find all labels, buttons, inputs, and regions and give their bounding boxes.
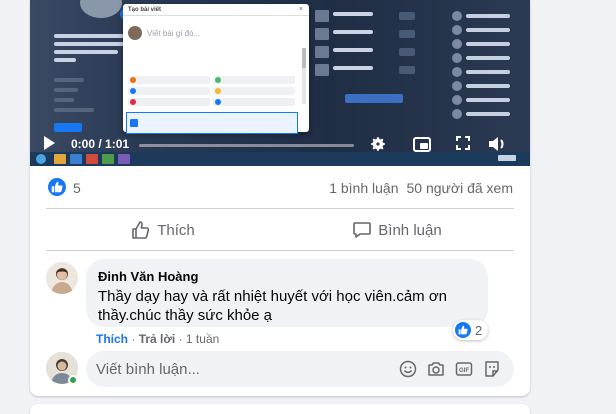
commenter-avatar[interactable]: [46, 262, 78, 294]
comment-button[interactable]: Bình luận: [280, 212, 514, 248]
comment-reactions[interactable]: 2: [453, 320, 489, 340]
camera-icon[interactable]: [427, 360, 445, 378]
comment-author[interactable]: Đinh Văn Hoàng: [98, 269, 198, 284]
svg-text:GIF: GIF: [459, 368, 469, 374]
post-actions: Thích Bình luận: [46, 212, 514, 248]
video-player[interactable]: + Tạo bài viết × Viết bài gì đó...: [30, 0, 530, 166]
like-button-label: Thích: [157, 221, 195, 239]
sticker-icon[interactable]: [483, 360, 501, 378]
dialog-placeholder: Viết bài gì đó...: [147, 29, 201, 38]
video-time: 0:00 / 1:01: [71, 137, 130, 151]
divider: [46, 208, 514, 209]
comment-input[interactable]: [86, 351, 514, 387]
comment-count[interactable]: 1 bình luận: [329, 180, 398, 196]
gif-icon[interactable]: GIF: [455, 360, 473, 378]
comment-links: Thích · Trả lời · 1 tuần: [96, 332, 219, 346]
like-count[interactable]: 5: [73, 180, 81, 196]
reaction-count: 2: [475, 322, 483, 338]
view-count: 50 người đã xem: [406, 180, 514, 196]
comment-reply-link[interactable]: Trả lời: [139, 332, 176, 346]
seek-bar[interactable]: [139, 144, 354, 147]
like-icon[interactable]: [48, 178, 66, 196]
post-card: + Tạo bài viết × Viết bài gì đó...: [30, 0, 530, 396]
comment-bubble: Đinh Văn Hoàng Thầy dạy hay và rất nhiệt…: [86, 259, 488, 327]
next-post-card: [30, 404, 530, 414]
comment-button-label: Bình luận: [378, 221, 442, 239]
divider: [46, 250, 514, 251]
separator: ·: [131, 332, 136, 346]
video-right-panel: [315, 0, 530, 140]
video-controls: 0:00 / 1:01: [30, 132, 530, 152]
comment-like-link[interactable]: Thích: [96, 332, 128, 346]
like-icon: [455, 322, 471, 338]
play-icon[interactable]: [44, 136, 55, 150]
comment-time[interactable]: 1 tuần: [186, 332, 219, 346]
online-indicator: [68, 375, 78, 385]
like-icon: [132, 221, 150, 239]
comment-text: Thầy dạy hay và rất nhiệt huyết với học …: [98, 288, 448, 324]
like-button[interactable]: Thích: [46, 212, 280, 248]
close-icon: ×: [298, 6, 303, 13]
video-taskbar: [30, 152, 530, 166]
emoji-icon[interactable]: [399, 360, 417, 378]
post-stats: 5 1 bình luận 50 người đã xem: [30, 174, 530, 200]
pip-icon[interactable]: [413, 137, 431, 152]
comment-icon: [353, 222, 372, 238]
create-post-dialog: Tạo bài viết × Viết bài gì đó...: [123, 4, 309, 134]
settings-icon[interactable]: [369, 135, 387, 153]
fullscreen-icon[interactable]: [455, 135, 471, 151]
dialog-title: Tạo bài viết: [123, 4, 309, 16]
separator: ·: [178, 332, 183, 346]
volume-icon[interactable]: [488, 136, 510, 152]
